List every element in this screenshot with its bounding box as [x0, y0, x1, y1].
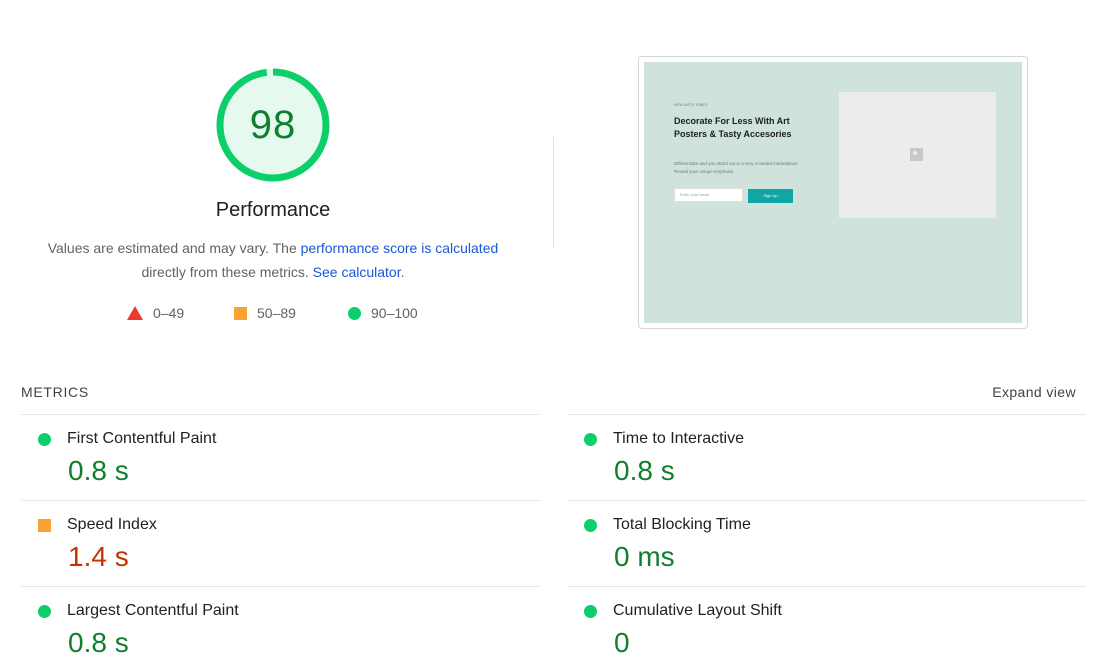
performance-title: Performance	[215, 199, 331, 221]
metrics-column-right: Time to Interactive 0.8 s Total Blocking…	[567, 414, 1086, 672]
metric-value: 1.4 s	[68, 541, 129, 572]
pass-circle-icon	[584, 433, 597, 446]
metric-title: Speed Index	[67, 516, 157, 533]
screenshot-eyebrow: NEW ARTS VIBES	[674, 103, 708, 107]
legend-average-label: 50–89	[257, 305, 296, 321]
circle-icon	[348, 306, 361, 320]
screenshot-page: NEW ARTS VIBES Decorate For Less With Ar…	[644, 62, 1022, 323]
metric-title: First Contentful Paint	[67, 430, 217, 447]
metrics-column-left: First Contentful Paint 0.8 s Speed Index…	[21, 414, 540, 672]
legend-fail: 0–49	[127, 305, 184, 321]
screenshot-text: Differentiate and you stand out in a ver…	[674, 161, 799, 174]
metric-speed-index: Speed Index 1.4 s	[21, 500, 540, 586]
vertical-divider	[553, 137, 554, 249]
metric-time-to-interactive: Time to Interactive 0.8 s	[567, 414, 1086, 500]
metric-value: 0.8 s	[68, 455, 129, 486]
see-calculator-link[interactable]: See calculator	[313, 264, 401, 280]
metric-value: 0.8 s	[68, 627, 129, 658]
metric-first-contentful-paint: First Contentful Paint 0.8 s	[21, 414, 540, 500]
metric-largest-contentful-paint: Largest Contentful Paint 0.8 s	[21, 586, 540, 672]
metric-value: 0 ms	[614, 541, 675, 572]
pass-circle-icon	[38, 433, 51, 446]
screenshot-email-input: Enter your email	[674, 188, 743, 202]
screenshot-signup-button: Sign Up	[748, 189, 793, 203]
description-text-1: Values are estimated and may vary. The	[47, 240, 301, 256]
triangle-icon	[127, 306, 143, 320]
screenshot-heading: Decorate For Less With Art Posters & Tas…	[674, 116, 792, 139]
performance-score-value: 98	[249, 102, 297, 147]
performance-score-gauge: 98	[213, 65, 333, 185]
final-screenshot[interactable]: NEW ARTS VIBES Decorate For Less With Ar…	[638, 56, 1028, 329]
metric-cumulative-layout-shift: Cumulative Layout Shift 0	[567, 586, 1086, 672]
metric-title: Largest Contentful Paint	[67, 602, 239, 619]
pass-circle-icon	[584, 605, 597, 618]
legend-pass: 90–100	[348, 305, 418, 321]
screenshot-image-placeholder	[839, 92, 996, 218]
metric-title: Cumulative Layout Shift	[613, 602, 782, 619]
legend-pass-label: 90–100	[371, 305, 418, 321]
metric-total-blocking-time: Total Blocking Time 0 ms	[567, 500, 1086, 586]
metrics-header: METRICS	[21, 384, 89, 400]
description-text-2: directly from these metrics.	[141, 264, 313, 280]
average-square-icon	[38, 519, 51, 532]
legend-average: 50–89	[234, 305, 296, 321]
legend-fail-label: 0–49	[153, 305, 185, 321]
expand-view-toggle[interactable]: Expand view	[992, 384, 1076, 400]
performance-score-link[interactable]: performance score is calculated	[301, 240, 499, 256]
metric-value: 0	[614, 627, 630, 658]
pass-circle-icon	[584, 519, 597, 532]
image-icon	[910, 148, 923, 161]
metric-value: 0.8 s	[614, 455, 675, 486]
square-icon	[234, 306, 247, 320]
performance-description: Values are estimated and may vary. The p…	[23, 236, 523, 284]
metric-title: Total Blocking Time	[613, 516, 751, 533]
metric-title: Time to Interactive	[613, 430, 745, 447]
description-text-3: .	[400, 264, 405, 280]
pass-circle-icon	[38, 605, 51, 618]
